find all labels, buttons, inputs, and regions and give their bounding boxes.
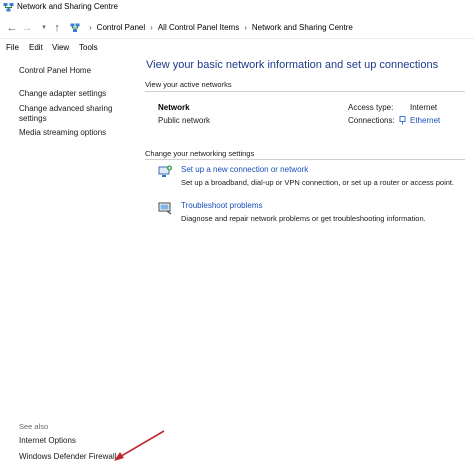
network-type[interactable]: Public network xyxy=(158,116,210,125)
sidebar-item-control-panel-home[interactable]: Control Panel Home xyxy=(19,66,134,76)
section-divider xyxy=(145,159,465,160)
troubleshoot-problems-link[interactable]: Troubleshoot problems xyxy=(181,201,263,210)
see-also-heading: See also xyxy=(19,422,49,431)
breadcrumb-chevron-icon[interactable]: › xyxy=(244,23,247,32)
breadcrumb-control-panel[interactable]: Control Panel xyxy=(97,23,145,32)
back-arrow-icon[interactable]: ← xyxy=(5,21,19,35)
troubleshoot-problems-description: Diagnose and repair network problems or … xyxy=(181,214,426,223)
title-bar: Network and Sharing Centre xyxy=(0,0,474,17)
access-type-label: Access type: xyxy=(348,103,394,112)
control-panel-icon xyxy=(70,23,80,32)
section-divider xyxy=(145,91,465,92)
connections-label: Connections: xyxy=(348,116,395,125)
menu-view[interactable]: View xyxy=(52,43,69,52)
ethernet-connection-link[interactable]: Ethernet xyxy=(410,116,440,125)
troubleshoot-icon xyxy=(158,202,172,215)
network-name: Network xyxy=(158,103,190,112)
ethernet-icon xyxy=(399,116,406,125)
up-arrow-icon[interactable]: ↑ xyxy=(50,21,64,35)
menu-bar: File Edit View Tools xyxy=(0,41,474,55)
address-bar: ← → ▾ ↑ › Control Panel › All Control Pa… xyxy=(0,17,474,39)
menu-tools[interactable]: Tools xyxy=(79,43,98,52)
sidebar-item-adapter-settings[interactable]: Change adapter settings xyxy=(19,89,134,99)
new-connection-icon xyxy=(158,165,172,177)
menu-edit[interactable]: Edit xyxy=(29,43,43,52)
sidebar: Control Panel Home Change adapter settin… xyxy=(0,58,139,467)
setup-new-connection-link[interactable]: Set up a new connection or network xyxy=(181,165,308,174)
network-sharing-center-icon xyxy=(3,3,14,12)
active-networks-heading: View your active networks xyxy=(145,80,232,89)
window-title: Network and Sharing Centre xyxy=(17,2,118,11)
recent-locations-chevron-icon[interactable]: ▾ xyxy=(37,21,51,35)
breadcrumb: › Control Panel › All Control Panel Item… xyxy=(84,23,353,32)
breadcrumb-chevron-icon: › xyxy=(89,23,92,32)
breadcrumb-chevron-icon[interactable]: › xyxy=(150,23,153,32)
page-title: View your basic network information and … xyxy=(146,59,439,71)
sidebar-item-media-streaming[interactable]: Media streaming options xyxy=(19,128,134,138)
forward-arrow-icon[interactable]: → xyxy=(20,21,34,35)
breadcrumb-all-items[interactable]: All Control Panel Items xyxy=(158,23,239,32)
breadcrumb-network-sharing[interactable]: Network and Sharing Centre xyxy=(252,23,353,32)
main-content: View your basic network information and … xyxy=(139,55,474,467)
menu-file[interactable]: File xyxy=(6,43,19,52)
access-type-value: Internet xyxy=(410,103,438,112)
change-settings-heading: Change your networking settings xyxy=(145,149,255,158)
setup-new-connection-description: Set up a broadband, dial-up or VPN conne… xyxy=(181,178,455,187)
sidebar-item-advanced-sharing[interactable]: Change advanced sharing settings xyxy=(19,104,119,124)
